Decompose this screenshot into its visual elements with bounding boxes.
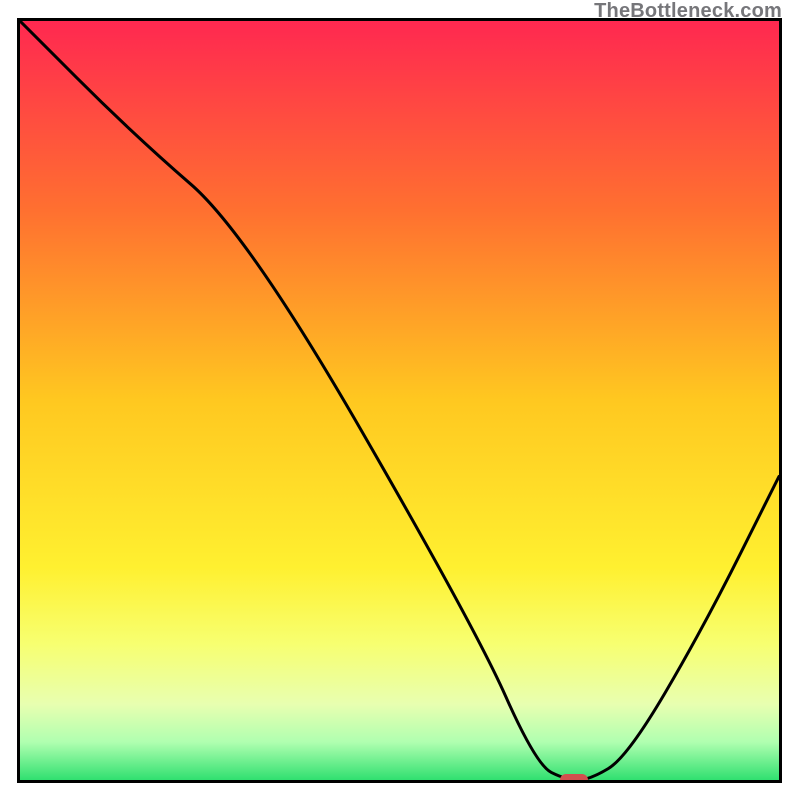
bottleneck-curve <box>20 21 779 780</box>
plot-area <box>20 21 779 780</box>
optimal-marker <box>560 774 588 780</box>
